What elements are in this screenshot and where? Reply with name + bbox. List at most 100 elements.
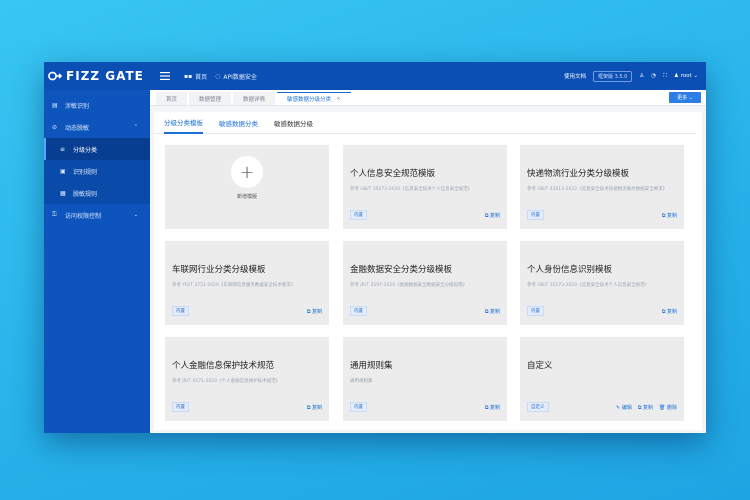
- grid-icon: ▪▪: [184, 72, 193, 80]
- edit-label: 编辑: [621, 405, 632, 411]
- shield-icon: ◌: [215, 72, 221, 80]
- sidebar-item-label: 动态脱敏: [65, 124, 90, 132]
- copy-label: 复制: [666, 309, 677, 315]
- template-card[interactable]: 通用规则集 通用规则集 内置 ⧉ 复制: [343, 337, 507, 421]
- nav-home-label: 首页: [195, 73, 208, 81]
- template-card[interactable]: 个人身份信息识别模板 参考 GB/T 35273-2020《信息安全技术个人信息…: [520, 241, 684, 325]
- copy-button[interactable]: ⧉ 复制: [485, 212, 500, 219]
- card-reference: 参考 GB/T 42013-2022《信息安全技术快递物流服务数据安全要求》: [527, 187, 668, 192]
- sidebar-item-label: 涉敏识别: [65, 102, 90, 110]
- database-icon: ▤: [52, 101, 58, 109]
- copy-button[interactable]: ⧉ 复制: [485, 308, 500, 315]
- copy-label: 复制: [489, 405, 500, 411]
- edit-button[interactable]: ✎ 编辑: [616, 404, 632, 411]
- sidebar-item-sensitive-identify[interactable]: ▤ 涉敏识别: [44, 94, 150, 116]
- copy-button[interactable]: ⧉ 复制: [307, 404, 322, 411]
- top-right-tools: 使用文档 框架版 3.5.0 ♙ ◔ ⛶ ♟ root ⌄: [564, 70, 706, 82]
- card-title: 个人信息安全规范模版: [350, 169, 436, 179]
- main-area: 首页 数据管理 数据详情 敏感数据分级分类 × 更多 ⌄ 分级分类模板 敏感数据分…: [150, 90, 706, 433]
- card-reference: 通用规则集: [350, 379, 373, 384]
- sidebar-item-access-control[interactable]: ⚿ 访问权限控制 ⌄: [44, 204, 150, 226]
- sidebar-item-dynamic-masking[interactable]: ⊘ 动态脱敏 ⌃: [44, 116, 150, 138]
- tab-label: 数据管理: [199, 96, 222, 103]
- tab-home[interactable]: 首页: [156, 92, 188, 105]
- subtab-label: 分级分类模板: [164, 118, 203, 127]
- copy-button[interactable]: ⧉ 复制: [485, 404, 500, 411]
- chevron-up-icon: ⌃: [133, 124, 138, 130]
- shirt-icon[interactable]: ♙: [639, 73, 644, 79]
- close-icon[interactable]: ×: [336, 96, 341, 102]
- subtab-label: 敏感数据分类: [219, 119, 258, 128]
- more-label: 更多: [677, 95, 688, 101]
- copy-icon: ⧉: [306, 309, 311, 315]
- sidebar: ▤ 涉敏识别 ⊘ 动态脱敏 ⌃ ≡ 分级分类 ▣ 识别规则 ▦ 脱敏规则 ⚿ 访…: [44, 90, 150, 433]
- user-menu[interactable]: ♟ root ⌄: [674, 73, 698, 79]
- card-title: 通用规则集: [350, 361, 393, 371]
- card-title: 个人金融信息保护技术规范: [172, 361, 275, 371]
- builtin-tag: 内置: [527, 210, 544, 220]
- card-reference: 参考 YD/T 3751-2020《车联网信息服务数据安全技术要求》: [172, 283, 296, 288]
- copy-label: 复制: [311, 405, 322, 411]
- masking-icon: ⊘: [52, 123, 58, 131]
- copy-label: 复制: [489, 309, 500, 315]
- copy-icon: ⧉: [661, 309, 666, 315]
- fullscreen-icon[interactable]: ⛶: [663, 73, 667, 80]
- page-tabs: 首页 数据管理 数据详情 敏感数据分级分类 × 更多 ⌄: [150, 90, 706, 106]
- sidebar-item-label: 脱敏规则: [73, 190, 98, 198]
- subtab-classify[interactable]: 敏感数据分类: [219, 112, 258, 134]
- docs-link[interactable]: 使用文档: [564, 72, 586, 80]
- user-icon: ♟: [673, 73, 679, 79]
- sub-tabs: 分级分类模板 敏感数据分类 敏感数据分级: [154, 112, 696, 134]
- builtin-tag: 内置: [350, 402, 367, 412]
- nav-api-security[interactable]: ◌ API数据安全: [215, 72, 257, 81]
- bell-icon[interactable]: ◔: [651, 73, 656, 79]
- template-card[interactable]: 自定义 自定义 ✎ 编辑 ⧉ 复制 🗑 删除: [520, 337, 684, 421]
- trash-icon: 🗑: [659, 405, 666, 411]
- plus-icon: +: [231, 156, 263, 188]
- grid-icon: ▦: [60, 189, 66, 197]
- builtin-tag: 内置: [172, 306, 189, 316]
- subtab-grading[interactable]: 敏感数据分级: [274, 112, 313, 134]
- tab-data-manage[interactable]: 数据管理: [189, 92, 232, 105]
- nav-home[interactable]: ▪▪ 首页: [184, 72, 207, 81]
- subtab-label: 敏感数据分级: [274, 119, 313, 128]
- template-card[interactable]: 个人信息安全规范模版 参考 GB/T 35273-2020《信息安全技术个人信息…: [343, 145, 507, 229]
- tab-data-detail[interactable]: 数据详情: [233, 92, 276, 105]
- copy-icon: ⧉: [637, 405, 642, 411]
- card-reference: 参考 GB/T 35273-2020《信息安全技术个人信息安全规范》: [527, 283, 650, 288]
- menu-icon[interactable]: [158, 72, 172, 80]
- copy-button[interactable]: ⧉ 复制: [307, 308, 322, 315]
- top-bar: FIZZ GATE ▪▪ 首页 ◌ API数据安全 使用文档 框架版 3.5.0…: [44, 62, 706, 90]
- template-card[interactable]: 个人金融信息保护技术规范 参考 JR/T 0171-2020《个人金融信息保护技…: [165, 337, 329, 421]
- user-name: root: [680, 73, 692, 79]
- edit-icon: ✎: [616, 405, 621, 411]
- subtab-templates[interactable]: 分级分类模板: [164, 112, 203, 134]
- more-button[interactable]: 更多 ⌄: [669, 92, 701, 103]
- sidebar-item-masking-rules[interactable]: ▦ 脱敏规则: [44, 182, 150, 204]
- builtin-tag: 内置: [350, 210, 367, 220]
- delete-button[interactable]: 🗑 删除: [659, 404, 677, 411]
- template-card[interactable]: 金融数据安全分类分级模板 参考 JR/T 0197-2020《金融数据安全数据安…: [343, 241, 507, 325]
- tab-sensitive-classification[interactable]: 敏感数据分级分类 ×: [277, 92, 351, 105]
- chevron-down-icon: ⌄: [693, 73, 698, 79]
- nav-api-security-label: API数据安全: [223, 73, 257, 81]
- custom-tag: 自定义: [527, 402, 549, 412]
- builtin-tag: 内置: [350, 306, 367, 316]
- copy-button[interactable]: ⧉ 复制: [662, 212, 677, 219]
- copy-icon: ⧉: [484, 405, 489, 411]
- card-title: 自定义: [527, 361, 553, 371]
- copy-icon: ⧉: [484, 309, 489, 315]
- sidebar-item-identify-rules[interactable]: ▣ 识别规则: [44, 160, 150, 182]
- builtin-tag: 内置: [527, 306, 544, 316]
- card-title: 车联网行业分类分级模板: [172, 265, 266, 275]
- sidebar-item-classification[interactable]: ≡ 分级分类: [44, 138, 150, 160]
- template-card[interactable]: 车联网行业分类分级模板 参考 YD/T 3751-2020《车联网信息服务数据安…: [165, 241, 329, 325]
- logo-icon: [48, 71, 62, 81]
- chevron-down-icon: ⌄: [688, 94, 693, 101]
- template-card[interactable]: 快递物流行业分类分级模板 参考 GB/T 42013-2022《信息安全技术快递…: [520, 145, 684, 229]
- copy-button[interactable]: ⧉ 复制: [638, 404, 653, 411]
- tab-label: 数据详情: [243, 96, 266, 103]
- add-template-card[interactable]: + 新增模版: [165, 145, 329, 229]
- copy-label: 复制: [489, 213, 500, 219]
- copy-button[interactable]: ⧉ 复制: [662, 308, 677, 315]
